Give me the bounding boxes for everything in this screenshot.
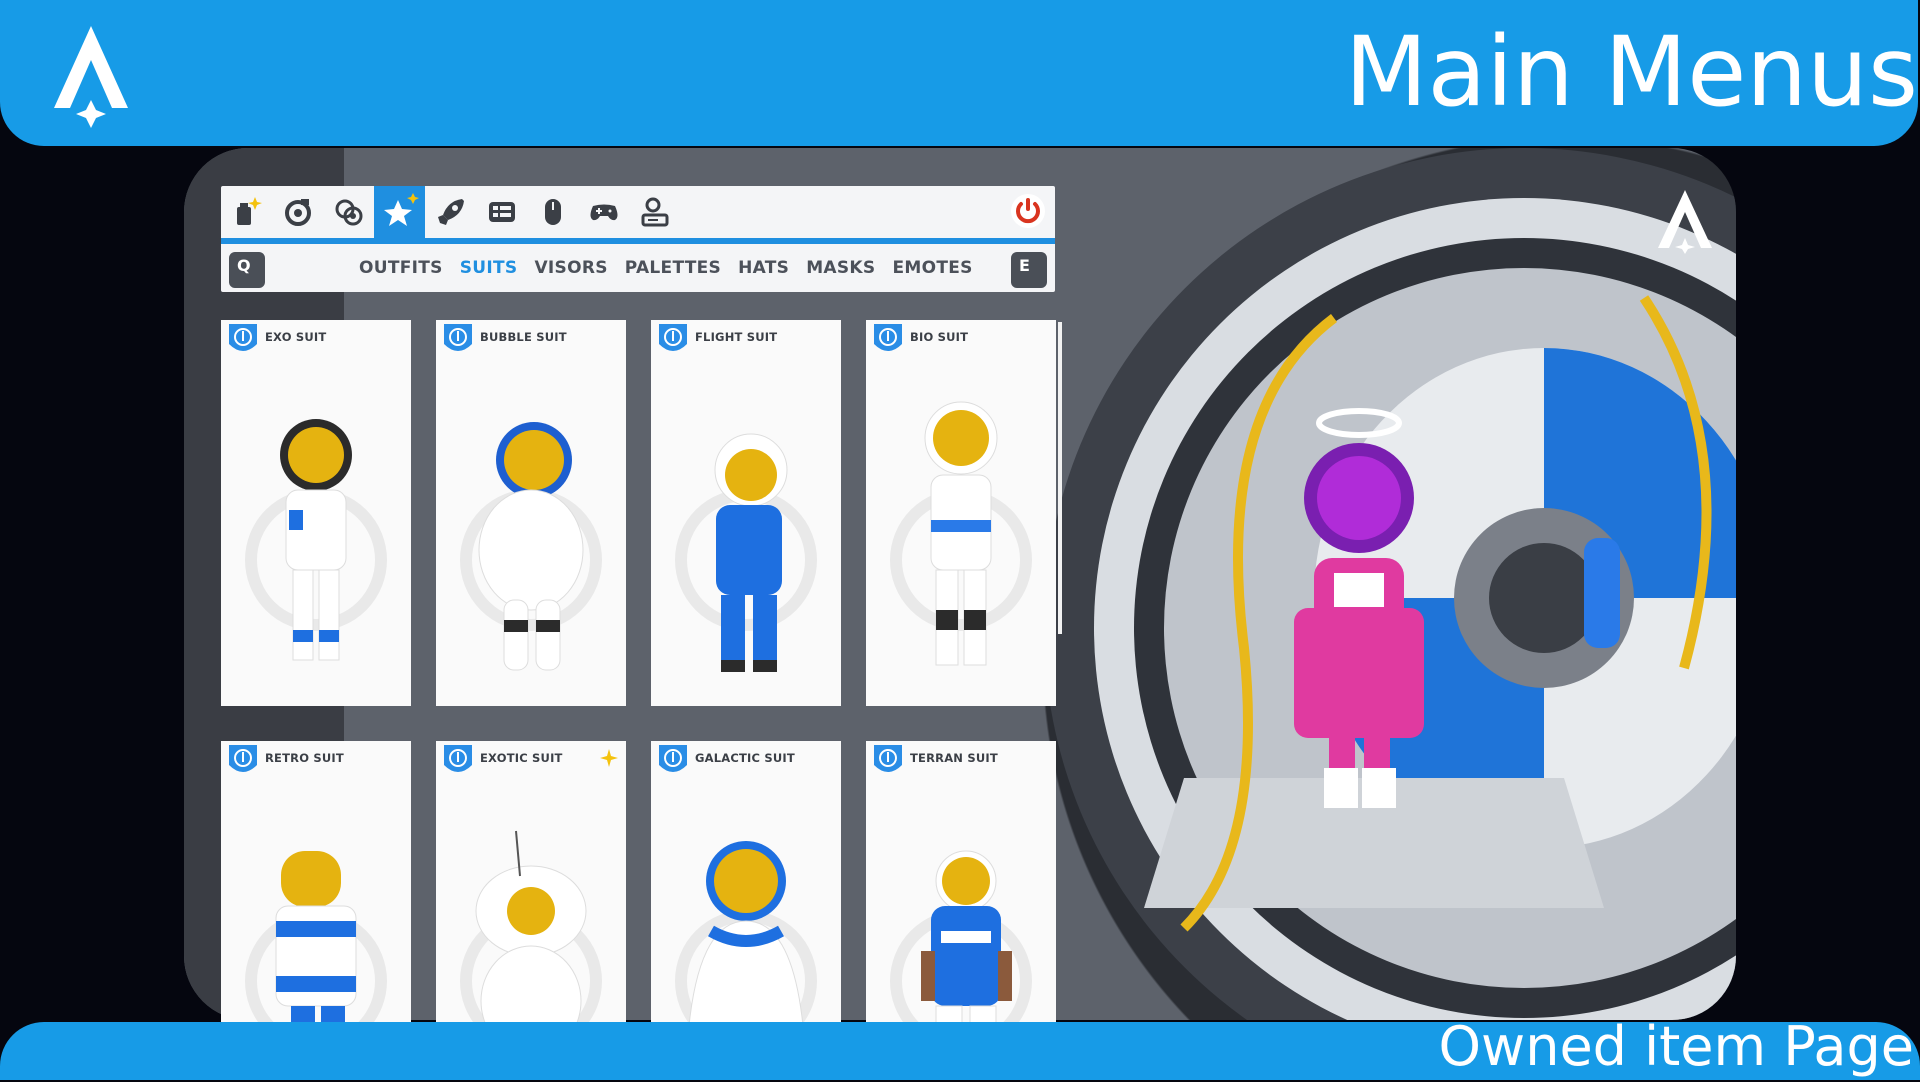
- settings-list-icon[interactable]: [476, 186, 527, 238]
- owned-badge-icon: [229, 324, 257, 351]
- suit-name: EXOTIC SUIT: [480, 751, 563, 765]
- tab-emotes[interactable]: EMOTES: [892, 258, 972, 278]
- category-bar: Q OUTFITS SUITS VISORS PALETTES HATS MAS…: [221, 244, 1055, 292]
- suit-preview-image: [890, 401, 1032, 666]
- suit-preview-image: [675, 433, 817, 672]
- footer-title: Owned item Page: [1438, 1015, 1914, 1078]
- owned-badge-icon: [659, 745, 687, 772]
- suit-list-scrollbar[interactable]: [1058, 322, 1062, 634]
- tab-masks[interactable]: MASKS: [806, 258, 875, 278]
- gamepad-icon[interactable]: [578, 186, 629, 238]
- rocket-icon[interactable]: [425, 186, 476, 238]
- backpack-icon[interactable]: [272, 186, 323, 238]
- customization-menu: Q OUTFITS SUITS VISORS PALETTES HATS MAS…: [221, 186, 1055, 292]
- suit-preview-image: [460, 830, 602, 1022]
- page-title: Main Menus: [1344, 16, 1918, 128]
- new-items-icon[interactable]: [221, 186, 272, 238]
- suit-name: BIO SUIT: [910, 330, 969, 344]
- owned-badge-icon: [659, 324, 687, 351]
- tab-suits[interactable]: SUITS: [460, 258, 518, 278]
- owned-badge-icon: [229, 745, 257, 772]
- player-status-icon[interactable]: [629, 186, 680, 238]
- suit-preview-image: [675, 841, 817, 1022]
- owned-badge-icon: [444, 324, 472, 351]
- suit-card[interactable]: GALACTIC SUIT: [651, 741, 841, 1022]
- tab-hats[interactable]: HATS: [738, 258, 789, 278]
- suit-preview-image: [245, 419, 387, 661]
- suit-card[interactable]: BUBBLE SUIT: [436, 320, 626, 706]
- customize-star-icon[interactable]: [374, 186, 425, 238]
- suit-name: RETRO SUIT: [265, 751, 344, 765]
- suit-card[interactable]: FLIGHT SUIT: [651, 320, 841, 706]
- suit-card[interactable]: TERRAN SUIT: [866, 741, 1056, 1022]
- tab-outfits[interactable]: OUTFITS: [359, 258, 443, 278]
- next-category-key[interactable]: E: [1011, 252, 1047, 288]
- owned-badge-icon: [874, 324, 902, 351]
- suit-preview-image: [460, 422, 602, 671]
- suit-card[interactable]: EXOTIC SUIT: [436, 741, 626, 1022]
- suit-name: EXO SUIT: [265, 330, 327, 344]
- prev-category-key[interactable]: Q: [229, 252, 265, 288]
- suit-card[interactable]: EXO SUIT: [221, 320, 411, 706]
- tab-palettes[interactable]: PALETTES: [625, 258, 721, 278]
- suit-name: FLIGHT SUIT: [695, 330, 778, 344]
- mouse-icon[interactable]: [527, 186, 578, 238]
- suit-card[interactable]: BIO SUIT: [866, 320, 1056, 706]
- power-icon[interactable]: [1009, 192, 1047, 230]
- research-icon[interactable]: [323, 186, 374, 238]
- suit-preview-image: [245, 851, 387, 1022]
- astroneer-a-watermark-icon: [1658, 190, 1712, 254]
- owned-badge-icon: [444, 745, 472, 772]
- header-bar: Main Menus: [0, 0, 1918, 146]
- suit-name: TERRAN SUIT: [910, 751, 998, 765]
- menu-tab-bar: [221, 186, 1055, 238]
- suit-name: BUBBLE SUIT: [480, 330, 567, 344]
- tab-visors[interactable]: VISORS: [534, 258, 607, 278]
- suit-card[interactable]: RETRO SUIT: [221, 741, 411, 1022]
- new-item-star-icon: [600, 749, 618, 767]
- suit-preview-image: [890, 850, 1032, 1022]
- astroneer-a-logo-icon: [54, 26, 128, 128]
- category-tabs: OUTFITS SUITS VISORS PALETTES HATS MASKS…: [359, 244, 990, 292]
- suit-name: GALACTIC SUIT: [695, 751, 795, 765]
- owned-badge-icon: [874, 745, 902, 772]
